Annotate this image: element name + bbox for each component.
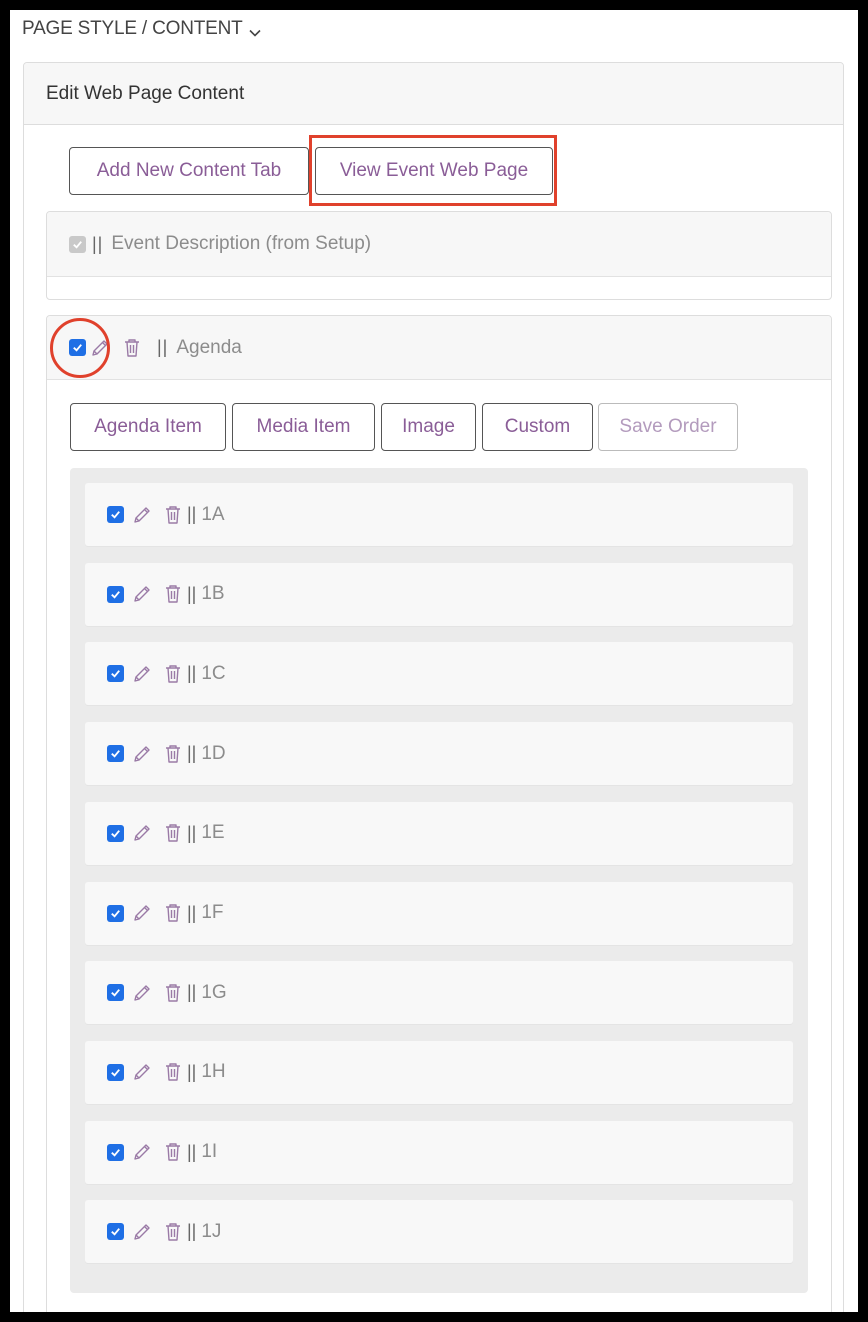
trash-icon[interactable] — [121, 337, 143, 359]
drag-handle-icon[interactable]: || — [187, 1221, 196, 1242]
item-enabled-checkbox[interactable] — [107, 1063, 124, 1081]
pencil-icon[interactable] — [131, 982, 153, 1004]
tab-enabled-checkbox — [69, 235, 86, 253]
trash-icon[interactable] — [162, 743, 184, 765]
drag-handle-icon[interactable]: || — [157, 337, 168, 358]
agenda-item-button[interactable]: Agenda Item — [70, 403, 226, 451]
agenda-item-label: 1A — [201, 503, 225, 525]
tab-label: Agenda — [176, 336, 242, 358]
pencil-icon[interactable] — [131, 902, 153, 924]
page-frame: PAGE STYLE / CONTENT Edit Web Page Conte… — [10, 10, 858, 1312]
trash-icon[interactable] — [162, 583, 184, 605]
agenda-item-row[interactable]: || 1J — [85, 1200, 793, 1264]
drag-handle-icon[interactable]: || — [187, 584, 196, 605]
item-enabled-checkbox[interactable] — [107, 665, 124, 683]
item-enabled-checkbox[interactable] — [107, 506, 124, 523]
drag-handle-icon[interactable]: || — [187, 663, 196, 684]
drag-handle-icon[interactable]: || — [187, 823, 196, 844]
item-enabled-checkbox[interactable] — [107, 984, 124, 1002]
trash-icon[interactable] — [162, 902, 184, 924]
agenda-item-row[interactable]: || 1B — [85, 562, 793, 626]
drag-handle-icon[interactable]: || — [187, 1062, 196, 1083]
item-enabled-checkbox[interactable] — [107, 824, 124, 842]
drag-handle-icon[interactable]: || — [187, 1142, 196, 1163]
agenda-item-label: 1F — [201, 902, 224, 923]
pencil-icon[interactable] — [131, 583, 153, 605]
save-order-button: Save Order — [598, 403, 738, 451]
pencil-icon[interactable] — [131, 1221, 153, 1243]
view-page-highlight — [309, 135, 557, 206]
agenda-item-label: 1B — [201, 583, 225, 605]
agenda-item-row[interactable]: || 1E — [85, 801, 793, 865]
add-new-content-tab-button[interactable]: Add New Content Tab — [69, 147, 309, 195]
drag-handle-icon[interactable]: || — [92, 234, 103, 255]
agenda-item-label: 1I — [201, 1141, 218, 1163]
pencil-icon[interactable] — [131, 504, 153, 526]
pencil-icon[interactable] — [131, 1141, 153, 1163]
agenda-item-row[interactable]: || 1H — [85, 1040, 793, 1104]
drag-handle-icon[interactable]: || — [187, 743, 196, 764]
drag-handle-icon[interactable]: || — [187, 504, 196, 525]
agenda-item-row[interactable]: || 1D — [85, 722, 793, 786]
agenda-item-label: 1G — [201, 981, 227, 1003]
trash-icon[interactable] — [162, 1061, 184, 1083]
tab-header[interactable]: || Event Description (from Setup) — [47, 212, 831, 277]
agenda-item-label: 1H — [201, 1061, 226, 1083]
item-enabled-checkbox[interactable] — [107, 1223, 124, 1241]
drag-handle-icon[interactable]: || — [187, 903, 196, 924]
custom-button[interactable]: Custom — [482, 403, 593, 451]
item-enabled-checkbox[interactable] — [107, 585, 124, 603]
agenda-item-label: 1C — [201, 662, 226, 684]
tab-label: Event Description (from Setup) — [111, 233, 372, 254]
trash-icon[interactable] — [162, 822, 184, 844]
trash-icon[interactable] — [162, 982, 184, 1004]
item-enabled-checkbox[interactable] — [107, 904, 124, 922]
item-enabled-checkbox[interactable] — [107, 745, 124, 763]
agenda-item-label: 1D — [201, 742, 226, 764]
agenda-item-label: 1E — [201, 822, 225, 844]
drag-handle-icon[interactable]: || — [187, 982, 196, 1003]
pencil-icon[interactable] — [131, 822, 153, 844]
pencil-icon[interactable] — [131, 743, 153, 765]
agenda-item-row[interactable]: || 1I — [85, 1120, 793, 1184]
trash-icon[interactable] — [162, 663, 184, 685]
item-enabled-checkbox[interactable] — [107, 1143, 124, 1161]
image-button[interactable]: Image — [381, 403, 476, 451]
checkbox-highlight-circle — [50, 318, 110, 378]
chevron-down-icon — [248, 23, 261, 37]
pencil-icon[interactable] — [131, 1061, 153, 1083]
section-title: PAGE STYLE / CONTENT — [22, 18, 243, 39]
media-item-button[interactable]: Media Item — [232, 403, 375, 451]
agenda-item-row[interactable]: || 1C — [85, 642, 793, 706]
trash-icon[interactable] — [162, 504, 184, 526]
agenda-item-row[interactable]: || 1F — [85, 881, 793, 945]
section-toggle[interactable]: PAGE STYLE / CONTENT — [22, 18, 261, 40]
tab-event-description: || Event Description (from Setup) — [46, 211, 832, 300]
trash-icon[interactable] — [162, 1141, 184, 1163]
pencil-icon[interactable] — [131, 663, 153, 685]
panel-heading: Edit Web Page Content — [24, 63, 843, 125]
trash-icon[interactable] — [162, 1221, 184, 1243]
agenda-item-label: 1J — [201, 1220, 222, 1242]
agenda-item-row[interactable]: || 1A — [85, 483, 793, 546]
agenda-items-list: || 1A || 1B || 1C || 1D || 1E || 1F || 1G || 1H || 1I || 1J — [70, 468, 808, 1293]
agenda-item-row[interactable]: || 1G — [85, 961, 793, 1025]
panel-title: Edit Web Page Content — [46, 82, 245, 104]
tab-header[interactable]: || Agenda — [47, 316, 831, 380]
